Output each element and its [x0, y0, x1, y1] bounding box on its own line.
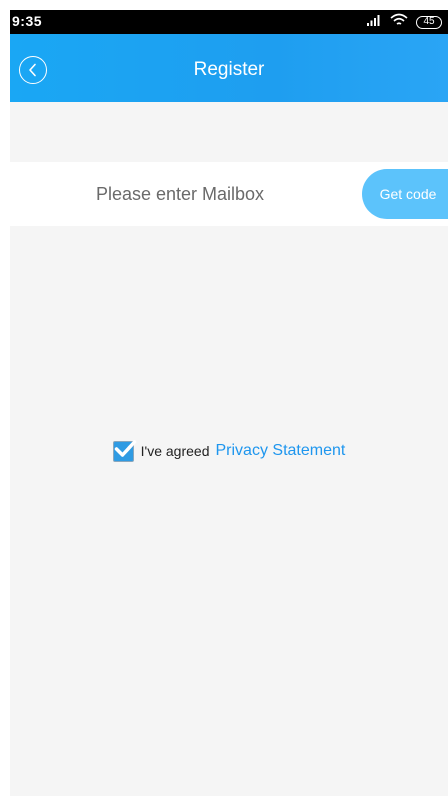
checkmark-icon	[114, 439, 136, 457]
mailbox-row: Get code	[10, 162, 448, 226]
battery-icon: 45	[416, 15, 442, 29]
left-edge	[0, 0, 10, 796]
status-icons: 45	[366, 12, 442, 32]
signal-icon	[366, 13, 382, 31]
content-area: Get code I've agreed Privacy Statement	[10, 102, 448, 796]
get-code-button[interactable]: Get code	[362, 169, 448, 219]
wifi-icon	[390, 13, 408, 32]
agree-checkbox[interactable]	[112, 439, 136, 462]
mailbox-input[interactable]	[10, 162, 350, 226]
agree-text: I've agreed	[140, 443, 210, 459]
privacy-statement-link[interactable]: Privacy Statement	[216, 442, 346, 460]
status-bar: 9:35 45	[10, 10, 448, 34]
status-time: 9:35	[12, 13, 43, 29]
page-title: Register	[193, 59, 265, 80]
register-screen: 9:35 45 Register Please enter Mailbox Ge…	[0, 0, 448, 796]
header-bar: Register	[10, 34, 448, 102]
agreement-row: I've agreed Privacy Statement	[10, 438, 448, 464]
